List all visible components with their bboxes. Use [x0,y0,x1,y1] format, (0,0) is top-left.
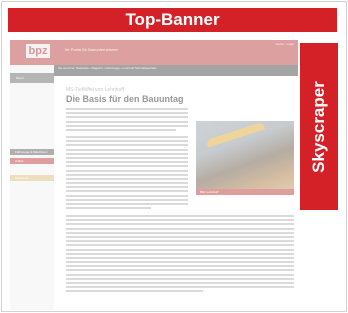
article-headline: Die Basis für den Bauuntag [66,94,184,104]
side-button-3[interactable]: Baugeräte [10,175,54,181]
article-body-1 [66,136,188,211]
skyscraper-ad[interactable]: Skyscraper [300,43,338,210]
side-button-2[interactable]: Artikel [10,158,54,164]
nav-menu-button[interactable]: Menü [10,73,54,83]
site-logo[interactable]: bpz [26,44,50,58]
website-mockup: bpz Ihr Portal für Bauunternehmer Suche … [10,40,298,310]
image-caption: Bild: Lehnhoff [196,189,294,195]
site-header: bpz Ihr Portal für Bauunternehmer Suche … [10,40,298,65]
top-banner-ad[interactable]: Top-Banner [8,8,337,32]
header-links[interactable]: Suche · Login [275,42,294,46]
article-lead [66,108,188,133]
article-body-2 [66,215,294,295]
left-sidebar: Menü Fahrzeuge & Maschinen Artikel Bauge… [10,65,54,310]
header-tagline: Ihr Portal für Bauunternehmer [65,47,118,52]
article-kicker: MS-Tieflöffel von Lehnhoff [66,87,124,93]
top-banner-label: Top-Banner [125,10,220,29]
side-button-1[interactable]: Fahrzeuge & Maschinen [10,149,54,155]
breadcrumb: Sie sind hier: Startseite › Magazin › Fa… [54,65,298,76]
skyscraper-label: Skyscraper [309,80,328,173]
